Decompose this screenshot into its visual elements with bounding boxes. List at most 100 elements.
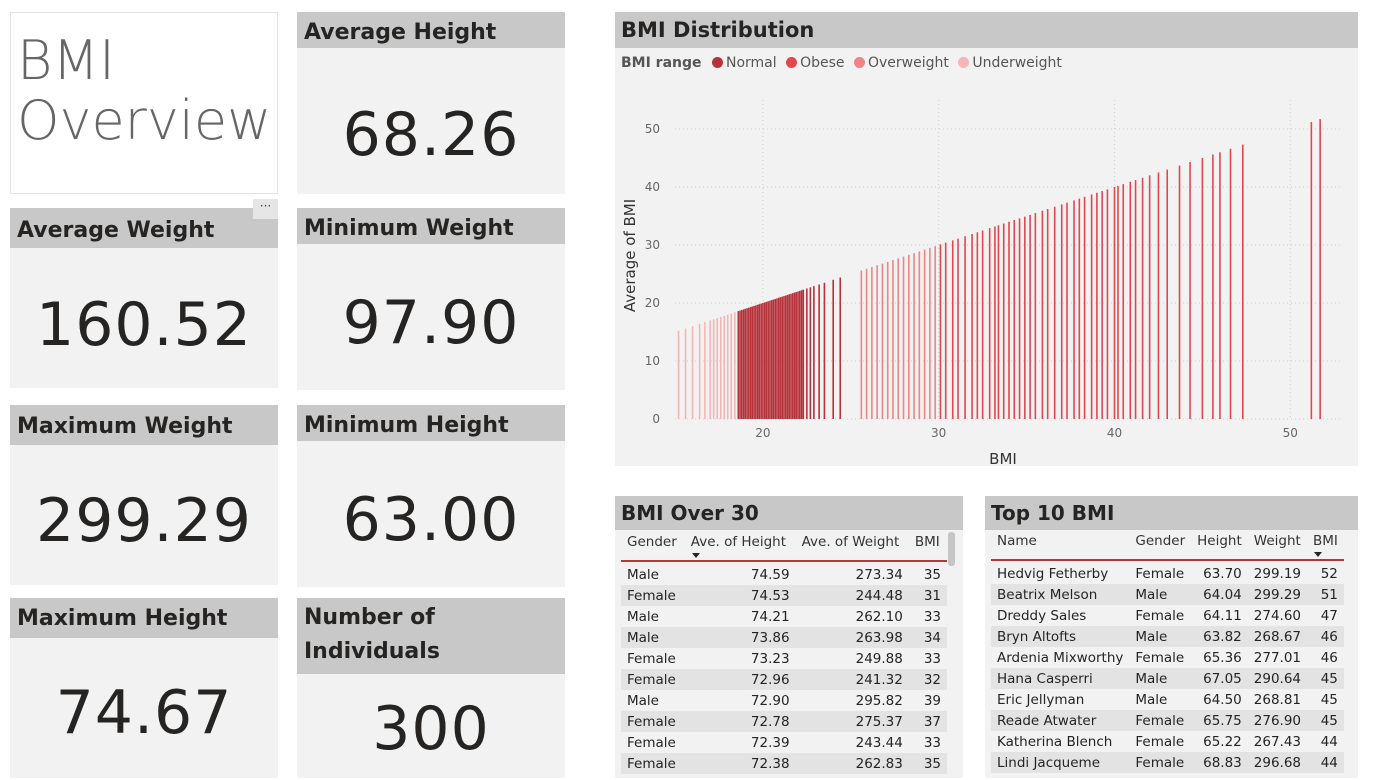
x-tick-label: 20: [755, 426, 770, 440]
table-row[interactable]: Male 73.86 263.98 34: [621, 627, 947, 648]
card-average-height[interactable]: Average Height 68.26: [297, 12, 565, 194]
table-cell: 241.32: [795, 669, 909, 690]
table-scrollbar[interactable]: [948, 532, 955, 566]
table-row[interactable]: Ardenia Mixworthy Female 65.36 277.01 46: [991, 647, 1344, 668]
table-cell: 268.67: [1247, 626, 1308, 647]
table-row[interactable]: Male 74.59 273.34 35: [621, 561, 947, 585]
table-cell: Dreddy Sales: [997, 607, 1087, 624]
table-cell: 249.88: [855, 650, 903, 667]
card-minimum-weight[interactable]: Minimum Weight 97.90: [297, 208, 565, 390]
card-minimum-height[interactable]: Minimum Height 63.00: [297, 405, 565, 587]
table-cell: Male: [627, 567, 659, 583]
table-cell: 51: [1307, 584, 1344, 605]
table-row[interactable]: Female 72.78 275.37 37: [621, 711, 947, 732]
card-value: 300: [372, 694, 490, 764]
table-cell: 274.60: [1253, 607, 1302, 624]
table-cell: 37: [908, 711, 947, 732]
table-cell: 64.50: [1203, 691, 1242, 708]
table-cell: 72.78: [684, 711, 796, 732]
table-row[interactable]: Female 74.53 244.48 31: [621, 585, 947, 606]
y-tick-label: 0: [652, 412, 660, 426]
card-label: Minimum Height: [297, 405, 565, 441]
more-options-button[interactable]: ···: [253, 199, 278, 219]
table-cell: Female: [627, 650, 676, 667]
table-grid: Name Gender Height Weight BMI Hedvig Fet…: [991, 533, 1344, 773]
table-cell: 276.90: [1247, 710, 1308, 731]
table-cell: 273.34: [855, 567, 903, 583]
table-cell: 74.21: [750, 608, 790, 625]
card-value: 63.00: [342, 485, 520, 555]
table-cell: 68.83: [1191, 752, 1248, 773]
table-row[interactable]: Female 72.39 243.44 33: [621, 732, 947, 753]
page-title: BMI Overview: [10, 12, 278, 194]
table-row[interactable]: Hedvig Fetherby Female 63.70 299.19 52: [991, 560, 1344, 584]
table-row[interactable]: Reade Atwater Female 65.75 276.90 45: [991, 710, 1344, 731]
col-header-ave-weight[interactable]: Ave. of Weight: [795, 534, 909, 562]
table-cell: Eric Jellyman: [997, 691, 1085, 708]
table-row[interactable]: Male 72.90 295.82 39: [621, 690, 947, 711]
y-axis-label: Average of BMI: [621, 199, 639, 312]
table-cell: 64.04: [1191, 584, 1248, 605]
table-cell: 65.75: [1191, 710, 1248, 731]
bmi-distribution-chart[interactable]: BMI Distribution BMI range Normal Obese …: [615, 12, 1358, 466]
x-tick-label: 50: [1283, 426, 1298, 440]
table-cell: 32: [908, 669, 947, 690]
table-row[interactable]: Eric Jellyman Male 64.50 268.81 45: [991, 689, 1344, 710]
table-cell: Female: [621, 711, 685, 732]
table-row[interactable]: Hana Casperri Male 67.05 290.64 45: [991, 668, 1344, 689]
table-cell: 267.43: [1253, 733, 1302, 750]
card-value: 97.90: [342, 288, 520, 358]
bmi-over-30-table[interactable]: BMI Over 30 Gender Ave. of Height Ave. o…: [615, 496, 963, 778]
col-header-weight[interactable]: Weight: [1247, 533, 1308, 561]
table-cell: 72.39: [750, 734, 790, 751]
table-row[interactable]: Lindi Jacqueme Female 68.83 296.68 44: [991, 752, 1344, 773]
table-row[interactable]: Katherina Blench Female 65.22 267.43 44: [991, 731, 1344, 752]
top-10-bmi-table[interactable]: Top 10 BMI Name Gender Height Weight BMI…: [985, 496, 1358, 778]
table-cell: 35: [923, 567, 941, 583]
table-row[interactable]: Male 74.21 262.10 33: [621, 606, 947, 627]
table-cell: 45: [1320, 691, 1338, 708]
col-header-ave-height[interactable]: Ave. of Height: [684, 534, 796, 562]
table-cell: 31: [908, 585, 947, 606]
table-cell: 73.86: [684, 627, 796, 648]
y-tick-label: 10: [645, 354, 660, 368]
card-value: 299.29: [36, 486, 252, 556]
card-label: Maximum Height: [10, 598, 278, 638]
table-cell: 299.19: [1253, 566, 1302, 582]
table-row[interactable]: Dreddy Sales Female 64.11 274.60 47: [991, 605, 1344, 626]
table-cell: Female: [1135, 733, 1185, 750]
table-cell: 73.23: [750, 650, 790, 667]
col-header-bmi[interactable]: BMI: [908, 534, 947, 562]
table-cell: 243.44: [855, 734, 903, 751]
table-cell: 299.29: [1247, 584, 1308, 605]
table-row[interactable]: Beatrix Melson Male 64.04 299.29 51: [991, 584, 1344, 605]
table-row[interactable]: Female 72.38 262.83 35: [621, 753, 947, 774]
x-axis-label: BMI: [989, 450, 1017, 466]
card-maximum-height[interactable]: Maximum Height 74.67: [10, 598, 278, 778]
table-cell: Beatrix Melson: [991, 584, 1130, 605]
card-number-of-individuals[interactable]: Number of Individuals 300: [297, 598, 565, 778]
table-title: Top 10 BMI: [985, 496, 1358, 530]
table-cell: Female: [621, 585, 685, 606]
table-cell: 65.36: [1203, 649, 1242, 666]
table-cell: 64.11: [1203, 607, 1242, 624]
col-header-bmi[interactable]: BMI: [1307, 533, 1344, 561]
table-cell: Female: [1135, 566, 1185, 582]
table-cell: 46: [1307, 626, 1344, 647]
table-row[interactable]: Female 73.23 249.88 33: [621, 648, 947, 669]
col-header-height[interactable]: Height: [1191, 533, 1248, 561]
table-cell: 63.70: [1203, 566, 1242, 582]
table-cell: 296.68: [1247, 752, 1308, 773]
table-cell: Male: [621, 627, 685, 648]
card-maximum-weight[interactable]: Maximum Weight 299.29: [10, 405, 278, 585]
col-header-gender[interactable]: Gender: [621, 534, 685, 562]
table-cell: 263.98: [795, 627, 909, 648]
card-average-weight[interactable]: Average Weight 160.52: [10, 208, 278, 388]
table-row[interactable]: Female 72.96 241.32 32: [621, 669, 947, 690]
table-cell: Lindi Jacqueme: [991, 752, 1130, 773]
table-row[interactable]: Bryn Altofts Male 63.82 268.67 46: [991, 626, 1344, 647]
table-cell: 45: [1307, 668, 1344, 689]
col-header-name[interactable]: Name: [991, 533, 1130, 561]
table-cell: 46: [1320, 649, 1338, 666]
col-header-gender[interactable]: Gender: [1129, 533, 1192, 561]
